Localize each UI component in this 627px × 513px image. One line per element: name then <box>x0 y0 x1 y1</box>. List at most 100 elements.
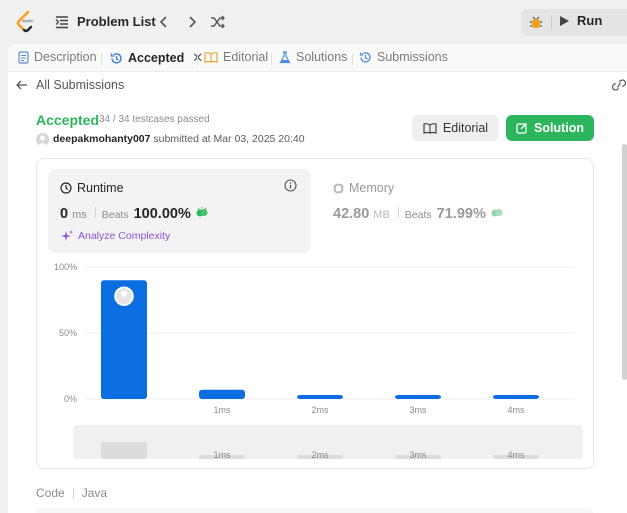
overview-tick-label: 3ms <box>409 450 427 460</box>
overview-tick-label: 1ms <box>213 450 231 460</box>
performance-card: Runtime 0 ms Beats 100.00% Analyze Compl… <box>36 158 594 469</box>
overview-bar <box>101 442 147 459</box>
code-header: Code Java <box>36 486 107 500</box>
run-controls: Run <box>521 9 627 36</box>
bar-1ms <box>199 389 245 399</box>
memory-unit: MB <box>373 209 390 221</box>
run-label: Run <box>577 13 603 28</box>
tab-label: Description <box>34 50 97 64</box>
tab-label: Accepted <box>128 51 185 65</box>
debug-icon[interactable] <box>528 14 544 30</box>
flask-icon <box>279 50 291 63</box>
play-icon <box>560 15 569 26</box>
runtime-label: Runtime <box>77 181 124 195</box>
clap-icon <box>491 209 503 217</box>
username-link[interactable]: deepakmohanty007 <box>53 133 150 145</box>
doc-icon <box>18 50 29 64</box>
memory-values: 42.80 MB Beats 71.99% <box>333 206 504 222</box>
tab-description[interactable]: Description <box>18 50 97 64</box>
tab-label: Solutions <box>296 50 348 64</box>
top-bar: Problem List Run <box>0 0 627 44</box>
memory-label: Memory <box>349 181 395 195</box>
edit-icon <box>516 123 527 134</box>
y-tick-label: 0% <box>64 394 77 404</box>
submitter-line: deepakmohanty007 submitted at Mar 03, 20… <box>53 133 305 145</box>
clock-icon <box>60 182 72 194</box>
shuffle-icon <box>211 15 225 29</box>
link-icon[interactable] <box>611 79 627 91</box>
leetcode-logo-icon[interactable] <box>14 10 36 34</box>
overview-tick-label: 2ms <box>311 450 329 460</box>
memory-beats-value: 71.99% <box>436 206 486 222</box>
testcases-passed: 34 / 34 testcases passed <box>99 114 210 125</box>
bar-4ms <box>493 395 539 399</box>
solution-button[interactable]: Solution <box>506 115 594 141</box>
tab-editorial[interactable]: Editorial <box>204 50 268 64</box>
panel-tabs: Description Accepted ✕ Editorial Solutio… <box>8 44 627 72</box>
overview-tick-label: 4ms <box>507 450 525 460</box>
code-label: Code <box>36 486 65 500</box>
arrow-left-icon <box>16 80 27 90</box>
status-accepted: Accepted <box>36 112 100 128</box>
tab-solutions[interactable]: Solutions <box>279 50 347 64</box>
divider <box>397 207 399 218</box>
chip-icon <box>333 183 344 193</box>
language-label: Java <box>81 486 108 500</box>
user-icon <box>38 135 47 146</box>
user-icon <box>121 290 127 297</box>
runtime-value: 0 <box>60 206 69 222</box>
chevron-left-icon <box>159 16 167 28</box>
bar-3ms <box>395 395 441 399</box>
runtime-unit: ms <box>72 209 87 221</box>
analyze-complexity-link[interactable]: Analyze Complexity <box>61 230 170 242</box>
divider <box>101 53 102 65</box>
tab-label: Editorial <box>223 50 269 64</box>
book-icon <box>204 52 218 63</box>
y-tick-label: 100% <box>54 262 77 272</box>
divider <box>197 53 198 65</box>
tab-accepted[interactable]: Accepted ✕ <box>110 50 203 66</box>
main-panel: Description Accepted ✕ Editorial Solutio… <box>8 44 627 513</box>
analyze-label: Analyze Complexity <box>78 230 171 242</box>
code-block <box>36 508 594 513</box>
divider <box>551 15 552 30</box>
beats-label: Beats <box>404 209 432 221</box>
bar-2ms <box>297 395 343 399</box>
prev-problem-button[interactable] <box>155 12 173 32</box>
divider <box>94 207 96 218</box>
sparkle-icon <box>61 230 73 241</box>
chevron-right-icon <box>189 16 197 28</box>
x-tick-label: 2ms <box>311 405 329 415</box>
x-tick-label: 1ms <box>213 405 231 415</box>
divider <box>72 487 74 499</box>
x-tick-label: 4ms <box>507 405 525 415</box>
y-tick-label: 50% <box>59 328 77 338</box>
runtime-distribution-chart: 0% 50% 100% 1ms 2ms 3ms 4ms 1ms 2ms 3ms 4ms <box>54 262 583 460</box>
next-problem-button[interactable] <box>183 12 201 32</box>
history-icon <box>110 52 122 64</box>
runtime-beats-value: 100.00% <box>133 206 191 222</box>
runtime-title: Runtime <box>60 181 124 195</box>
runtime-box[interactable]: Runtime 0 ms Beats 100.00% Analyze Compl… <box>48 169 311 253</box>
divider <box>352 53 353 65</box>
x-tick-label: 3ms <box>409 405 427 415</box>
submitted-at: submitted at Mar 03, 2025 20:40 <box>153 133 305 145</box>
runtime-values: 0 ms Beats 100.00% <box>60 206 209 222</box>
divider <box>271 53 272 65</box>
memory-value: 42.80 <box>333 206 370 222</box>
tab-submissions[interactable]: Submissions <box>359 50 448 64</box>
run-button[interactable]: Run <box>559 13 602 28</box>
history-icon <box>359 51 371 62</box>
clap-icon <box>196 207 208 217</box>
back-to-all-submissions[interactable]: All Submissions <box>16 78 124 92</box>
random-problem-button[interactable] <box>209 12 227 32</box>
scrollbar[interactable] <box>622 144 627 380</box>
list-icon[interactable] <box>54 14 70 30</box>
book-icon <box>423 123 437 134</box>
problem-list-link[interactable]: Problem List <box>77 14 156 29</box>
avatar[interactable] <box>36 133 49 146</box>
solution-label: Solution <box>534 121 584 135</box>
info-icon[interactable] <box>284 179 297 192</box>
editorial-button[interactable]: Editorial <box>412 115 499 141</box>
editorial-label: Editorial <box>442 121 489 135</box>
